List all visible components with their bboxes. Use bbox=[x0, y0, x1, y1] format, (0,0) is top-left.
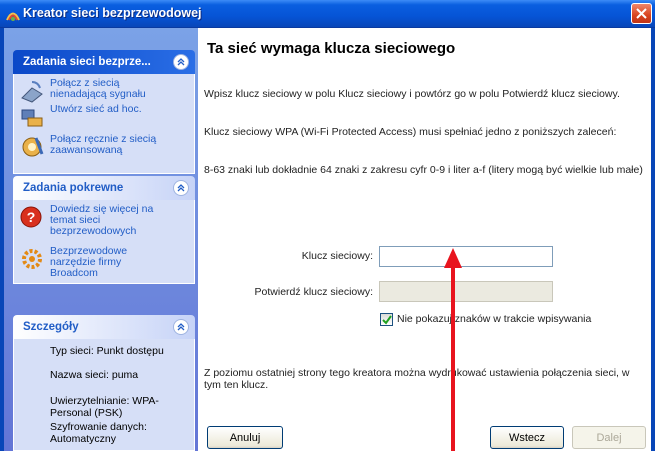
network-tasks-header[interactable]: Zadania sieci bezprze... bbox=[13, 50, 195, 74]
task-learn-more[interactable]: ? Dowiedz się więcej na temat sieci bezp… bbox=[18, 204, 160, 237]
task-broadcom-tool-label: Bezprzewodowe narzędzie firmy Broadcom bbox=[50, 245, 128, 279]
task-manual-connect[interactable]: Połącz ręcznie z siecią zaawansowaną bbox=[18, 134, 170, 160]
network-key-input[interactable] bbox=[379, 246, 553, 267]
task-create-adhoc-label: Utwórz sieć ad hoc. bbox=[50, 103, 142, 115]
network-tasks-title: Zadania sieci bezprze... bbox=[23, 56, 151, 68]
task-broadcom-tool[interactable]: Bezprzewodowe narzędzie firmy Broadcom bbox=[18, 246, 170, 279]
next-button[interactable]: Dalej bbox=[572, 426, 646, 449]
task-create-adhoc[interactable]: Utwórz sieć ad hoc. bbox=[18, 104, 170, 130]
task-learn-more-label: Dowiedz się więcej na temat sieci bezprz… bbox=[50, 203, 154, 237]
details-header[interactable]: Szczegóły bbox=[13, 315, 195, 339]
svg-text:?: ? bbox=[27, 209, 36, 225]
task-connect-hidden[interactable]: Połącz z siecią nienadającą sygnału bbox=[18, 78, 170, 104]
key-format-text: 8-63 znaki lub dokładnie 64 znaki z zakr… bbox=[204, 164, 643, 176]
checkmark-icon bbox=[381, 314, 392, 325]
wpa-requirements-text: Klucz sieciowy WPA (Wi-Fi Protected Acce… bbox=[204, 126, 617, 138]
hide-characters-checkbox[interactable] bbox=[380, 313, 393, 326]
window-titlebar[interactable]: Kreator sieci bezprzewodowej bbox=[0, 0, 655, 28]
window-title: Kreator sieci bezprzewodowej bbox=[23, 6, 202, 20]
details-group: Szczegóły Typ sieci: Punkt dostępu Nazwa… bbox=[13, 315, 195, 451]
detail-encryption: Szyfrowanie danych: Automatyczny bbox=[50, 421, 147, 445]
manual-connect-icon bbox=[22, 137, 44, 157]
confirm-key-label: Potwierdź klucz sieciowy: bbox=[254, 286, 373, 298]
details-body: Typ sieci: Punkt dostępu Nazwa sieci: pu… bbox=[13, 339, 195, 451]
collapse-chevron-icon[interactable] bbox=[173, 54, 189, 70]
network-tasks-body: Połącz z siecią nienadającą sygnału Utwó… bbox=[13, 74, 195, 174]
back-button[interactable]: Wstecz bbox=[490, 426, 564, 449]
related-tasks-body: ? Dowiedz się więcej na temat sieci bezp… bbox=[13, 200, 195, 284]
cancel-button[interactable]: Anuluj bbox=[207, 426, 283, 449]
details-title: Szczegóły bbox=[23, 321, 79, 333]
wireless-wizard-icon bbox=[6, 12, 20, 21]
print-settings-text: Z poziomu ostatniej strony tego kreatora… bbox=[204, 367, 630, 391]
task-connect-hidden-label: Połącz z siecią nienadającą sygnału bbox=[50, 77, 146, 100]
close-button[interactable] bbox=[631, 3, 652, 24]
instruction-text: Wpisz klucz sieciowy w polu Klucz siecio… bbox=[204, 88, 620, 100]
network-tasks-group: Zadania sieci bezprze... Połącz z siecią… bbox=[13, 50, 195, 174]
help-icon: ? bbox=[20, 206, 42, 228]
related-tasks-title: Zadania pokrewne bbox=[23, 182, 124, 194]
network-connect-icon bbox=[21, 81, 43, 103]
window-frame-right bbox=[651, 28, 655, 451]
confirm-key-input[interactable] bbox=[379, 281, 553, 302]
wizard-content: Ta sieć wymaga klucza sieciowego Wpisz k… bbox=[198, 28, 651, 451]
close-icon bbox=[636, 8, 647, 19]
broadcom-tool-icon bbox=[22, 249, 42, 269]
task-pane: Zadania sieci bezprze... Połącz z siecią… bbox=[4, 28, 198, 451]
hide-characters-label[interactable]: Nie pokazuj znaków w trakcie wpisywania bbox=[397, 313, 591, 325]
related-tasks-header[interactable]: Zadania pokrewne bbox=[13, 176, 195, 200]
detail-authentication: Uwierzytelnianie: WPA-Personal (PSK) bbox=[50, 395, 159, 419]
task-manual-connect-label: Połącz ręcznie z siecią zaawansowaną bbox=[50, 133, 157, 156]
collapse-chevron-icon[interactable] bbox=[173, 319, 189, 335]
network-key-label: Klucz sieciowy: bbox=[301, 250, 373, 262]
detail-network-name: Nazwa sieci: puma bbox=[50, 369, 139, 381]
detail-network-type: Typ sieci: Punkt dostępu bbox=[50, 345, 164, 357]
collapse-chevron-icon[interactable] bbox=[173, 180, 189, 196]
adhoc-network-icon bbox=[21, 109, 43, 127]
related-tasks-group: Zadania pokrewne ? Dowiedz się więcej na… bbox=[13, 176, 195, 284]
page-title: Ta sieć wymaga klucza sieciowego bbox=[207, 40, 456, 57]
